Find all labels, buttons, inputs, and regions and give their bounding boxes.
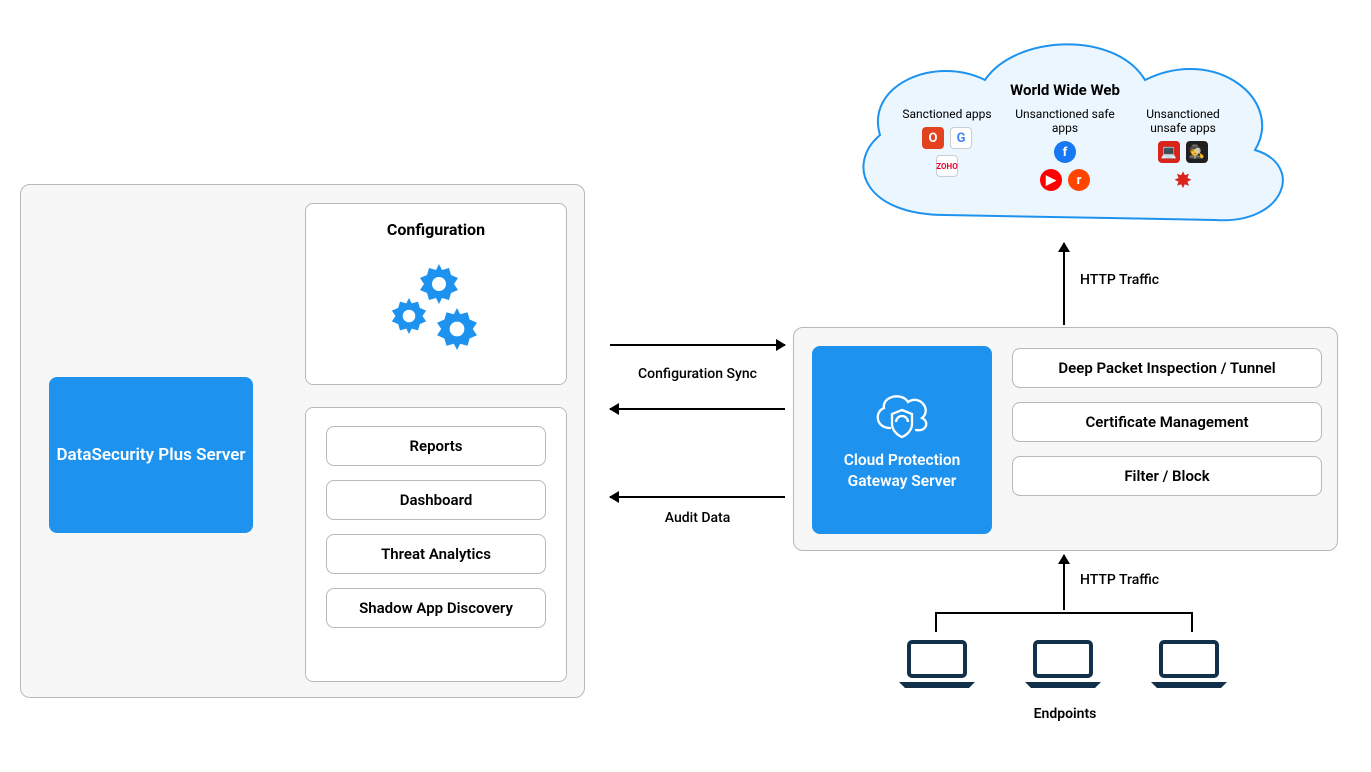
hacker-icon: 🕵 — [1186, 141, 1208, 163]
datasecurity-server-panel: DataSecurity Plus Server Configuration — [20, 184, 585, 698]
label-http-traffic-top: HTTP Traffic — [1080, 272, 1200, 288]
cloud-world-wide-web: World Wide Web Sanctioned apps O G ZOHO … — [825, 25, 1305, 240]
arrow-http-cloud-to-gateway — [1063, 243, 1065, 325]
feature-reports: Reports — [326, 426, 546, 466]
feature-cert-management: Certificate Management — [1012, 402, 1322, 442]
cloud-title: World Wide Web — [1010, 81, 1120, 99]
configuration-title: Configuration — [306, 220, 566, 239]
reports-group-box: Reports Dashboard Threat Analytics Shado… — [305, 407, 567, 682]
gateway-server-title: Cloud Protection Gateway Server — [812, 450, 992, 492]
laptop-icon — [1021, 638, 1105, 690]
label-audit-data: Audit Data — [610, 510, 785, 526]
youtube-icon: ▶ — [1040, 169, 1062, 191]
facebook-icon: f — [1054, 141, 1076, 163]
feature-shadow-app-discovery: Shadow App Discovery — [326, 588, 546, 628]
cloud-col-sanctioned: Sanctioned apps O G ZOHO — [897, 107, 997, 191]
endpoints-bracket — [935, 612, 1193, 614]
cloud-col-unsanctioned-unsafe-label: Unsanctioned unsafe apps — [1133, 107, 1233, 135]
virus-icon: ✸ — [1172, 169, 1194, 191]
datasecurity-server-box: DataSecurity Plus Server — [49, 377, 253, 533]
google-icon: G — [950, 127, 972, 149]
cloud-col-sanctioned-label: Sanctioned apps — [897, 107, 997, 121]
feature-dpi-tunnel: Deep Packet Inspection / Tunnel — [1012, 348, 1322, 388]
cloud-col-unsanctioned-safe: Unsanctioned safe apps f ▶ r — [1015, 107, 1115, 191]
gears-icon — [306, 258, 566, 368]
malware-laptop-icon: 💻 — [1158, 141, 1180, 163]
label-config-sync: Configuration Sync — [610, 366, 785, 382]
feature-threat-analytics: Threat Analytics — [326, 534, 546, 574]
laptop-icon — [1147, 638, 1231, 690]
feature-filter-block: Filter / Block — [1012, 456, 1322, 496]
arrow-config-sync-right — [610, 344, 785, 346]
office-icon: O — [922, 127, 944, 149]
endpoints-label: Endpoints — [965, 706, 1165, 722]
endpoints-group — [895, 638, 1231, 690]
arrow-http-endpoints-to-gateway — [1063, 555, 1065, 610]
gateway-panel: Cloud Protection Gateway Server Deep Pac… — [793, 327, 1338, 551]
arrow-config-sync-left — [610, 408, 785, 410]
cloud-col-unsanctioned-safe-label: Unsanctioned safe apps — [1015, 107, 1115, 135]
laptop-icon — [895, 638, 979, 690]
feature-dashboard: Dashboard — [326, 480, 546, 520]
label-http-traffic-bottom: HTTP Traffic — [1080, 572, 1200, 588]
reddit-icon: r — [1068, 169, 1090, 191]
gateway-server-box: Cloud Protection Gateway Server — [812, 346, 992, 534]
gateway-features: Deep Packet Inspection / Tunnel Certific… — [1012, 348, 1322, 510]
zoho-icon: ZOHO — [936, 162, 957, 171]
arrow-audit-data — [610, 496, 785, 498]
datasecurity-server-title: DataSecurity Plus Server — [56, 444, 245, 467]
cloud-col-unsanctioned-unsafe: Unsanctioned unsafe apps 💻 🕵 ✸ — [1133, 107, 1233, 191]
cloud-shield-icon — [872, 388, 932, 440]
configuration-box: Configuration — [305, 203, 567, 385]
